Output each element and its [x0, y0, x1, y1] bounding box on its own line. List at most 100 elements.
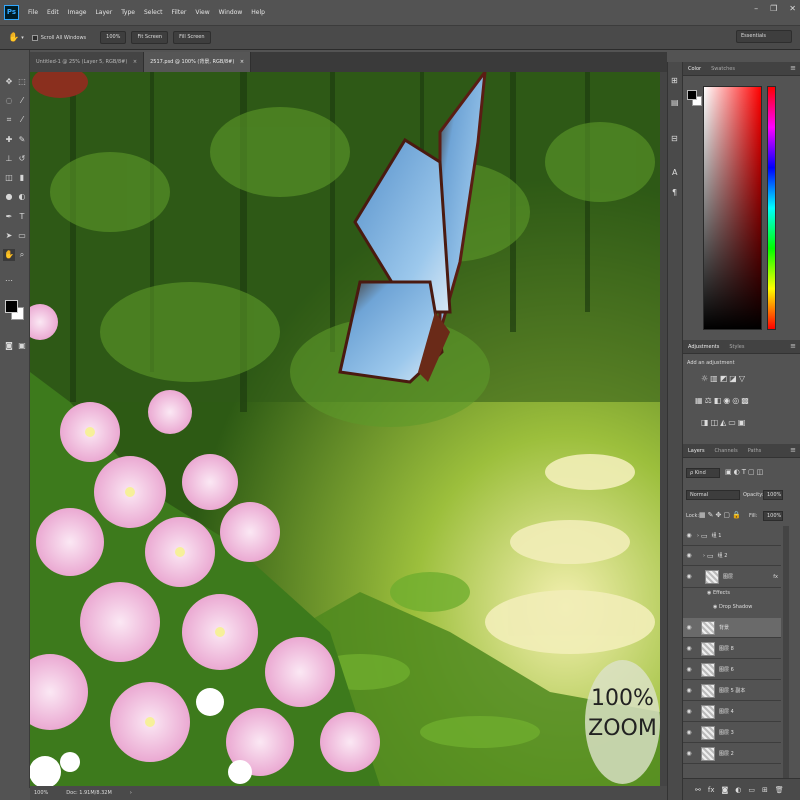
layer-row[interactable]: ◉ 图层 fx	[683, 566, 781, 588]
add-style-icon[interactable]: fx	[708, 786, 715, 794]
brush-tool-icon[interactable]: ✎	[16, 134, 28, 146]
layer-row[interactable]: ◉ › ▭ 组 2	[683, 546, 781, 566]
menu-select[interactable]: Select	[144, 9, 163, 16]
menu-help[interactable]: Help	[251, 9, 265, 16]
hand-tool-icon[interactable]: ✋	[3, 249, 15, 261]
layer-row[interactable]: ◉ 图层 6	[683, 660, 781, 680]
layers-scrollbar[interactable]	[783, 526, 789, 788]
selective-color-icon[interactable]: ▣	[738, 418, 748, 427]
tab-paths[interactable]: Paths	[743, 448, 767, 454]
visibility-eye-icon[interactable]: ◉	[683, 573, 695, 580]
lasso-tool-icon[interactable]: ◌	[3, 95, 15, 107]
character-panel-icon[interactable]: A	[672, 168, 677, 177]
lock-transparent-icon[interactable]: ▦	[699, 511, 708, 519]
layer-row[interactable]: ◉ 图层 2	[683, 744, 781, 764]
visibility-eye-icon[interactable]: ◉	[683, 750, 695, 757]
paragraph-panel-icon[interactable]: ¶	[672, 188, 677, 197]
menu-filter[interactable]: Filter	[172, 9, 187, 16]
delete-layer-icon[interactable]: 🗑	[775, 786, 784, 794]
menu-image[interactable]: Image	[68, 9, 87, 16]
hand-tool-icon[interactable]: ✋	[8, 33, 19, 43]
filter-smart-icon[interactable]: ◫	[757, 468, 766, 476]
canvas-vertical-scrollbar[interactable]	[660, 72, 667, 786]
link-layers-icon[interactable]: ⚯	[695, 786, 701, 794]
expand-arrow-icon[interactable]: ›	[703, 553, 705, 559]
marquee-tool-icon[interactable]: ⬚	[16, 76, 28, 88]
tool-preset-dropdown-icon[interactable]: ▾	[21, 35, 24, 41]
curves-icon[interactable]: ◩	[720, 374, 730, 383]
panel-menu-icon[interactable]: ≡	[790, 342, 796, 350]
foreground-color-swatch[interactable]	[5, 300, 18, 313]
screen-mode-icon[interactable]: ▣	[16, 340, 28, 352]
fg-color-chip[interactable]	[687, 90, 697, 100]
black-white-icon[interactable]: ◧	[714, 396, 724, 405]
eraser-tool-icon[interactable]: ◫	[3, 172, 15, 184]
document-canvas[interactable]: 100% ZOOM	[30, 72, 660, 786]
filter-pixel-icon[interactable]: ▣	[725, 468, 734, 476]
tab-color[interactable]: Color	[683, 66, 706, 72]
tab-close-icon[interactable]: ×	[133, 59, 137, 65]
new-layer-icon[interactable]: ⊞	[762, 786, 768, 794]
layer-row[interactable]: ◉ 图层 8	[683, 639, 781, 659]
eyedropper-tool-icon[interactable]: ⁄	[16, 114, 28, 126]
visibility-eye-icon[interactable]: ◉	[683, 666, 695, 673]
layer-row[interactable]: ◉ 图层 3	[683, 723, 781, 743]
fill-input[interactable]: 100%	[763, 511, 783, 521]
new-adjustment-icon[interactable]: ◐	[735, 786, 741, 794]
quick-select-tool-icon[interactable]: ⁄	[16, 95, 28, 107]
drop-shadow-row[interactable]: ◉ Drop Shadow	[713, 604, 752, 610]
restore-icon[interactable]: ❐	[770, 4, 777, 13]
visibility-eye-icon[interactable]: ◉	[683, 729, 695, 736]
vibrance-icon[interactable]: ▽	[739, 374, 747, 383]
channel-mixer-icon[interactable]: ◎	[732, 396, 741, 405]
hue-slider[interactable]	[767, 86, 776, 330]
visibility-eye-icon[interactable]: ◉	[683, 532, 695, 539]
gradient-map-icon[interactable]: ▭	[728, 418, 738, 427]
tab-swatches[interactable]: Swatches	[706, 66, 740, 72]
hue-saturation-icon[interactable]: ▦	[695, 396, 705, 405]
visibility-eye-icon[interactable]: ◉	[683, 645, 695, 652]
exposure-icon[interactable]: ◪	[729, 374, 739, 383]
tab-styles[interactable]: Styles	[724, 344, 749, 350]
effect-eye-icon[interactable]: ◉	[713, 604, 717, 610]
history-panel-icon[interactable]: ⊞	[671, 76, 678, 85]
panel-menu-icon[interactable]: ≡	[790, 64, 796, 72]
tab-2517-psd[interactable]: 2517.psd @ 100% (背景, RGB/8#) ×	[144, 52, 252, 72]
menu-window[interactable]: Window	[219, 9, 243, 16]
fill-screen-button[interactable]: Fill Screen	[173, 31, 211, 44]
quick-mask-icon[interactable]: ◙	[3, 340, 15, 352]
menu-layer[interactable]: Layer	[95, 9, 112, 16]
crop-tool-icon[interactable]: ⌗	[3, 114, 15, 126]
filter-shape-icon[interactable]: ▢	[748, 468, 757, 476]
lock-pixels-icon[interactable]: ✎	[708, 511, 716, 519]
clone-source-panel-icon[interactable]: ⊟	[671, 134, 678, 143]
effect-eye-icon[interactable]: ◉	[707, 590, 711, 596]
menu-edit[interactable]: Edit	[47, 9, 59, 16]
visibility-eye-icon[interactable]: ◉	[683, 624, 695, 631]
filter-adjustment-icon[interactable]: ◐	[734, 468, 742, 476]
layer-row-selected[interactable]: ◉ 背景	[683, 618, 781, 638]
visibility-eye-icon[interactable]: ◉	[683, 708, 695, 715]
invert-icon[interactable]: ◨	[701, 418, 711, 427]
properties-panel-icon[interactable]: ▤	[671, 98, 679, 107]
gradient-tool-icon[interactable]: ▮	[16, 172, 28, 184]
tab-close-icon[interactable]: ×	[240, 59, 244, 65]
color-balance-icon[interactable]: ⚖	[705, 396, 714, 405]
fx-badge[interactable]: fx	[773, 574, 778, 580]
fit-screen-button[interactable]: Fit Screen	[131, 31, 169, 44]
lock-artboard-icon[interactable]: ▢	[723, 511, 732, 519]
color-field[interactable]	[703, 86, 762, 330]
status-zoom[interactable]: 100%	[34, 786, 48, 800]
tab-channels[interactable]: Channels	[710, 448, 743, 454]
menu-view[interactable]: View	[195, 9, 209, 16]
workspace-switcher[interactable]: Essentials	[736, 30, 792, 43]
history-brush-tool-icon[interactable]: ↺	[16, 153, 28, 165]
photo-filter-icon[interactable]: ◉	[723, 396, 732, 405]
posterize-icon[interactable]: ◫	[711, 418, 721, 427]
healing-brush-tool-icon[interactable]: ✚	[3, 134, 15, 146]
path-select-tool-icon[interactable]: ➤	[3, 230, 15, 242]
clone-stamp-tool-icon[interactable]: ⊥	[3, 153, 15, 165]
more-tools-icon[interactable]: …	[3, 273, 15, 285]
close-icon[interactable]: ✕	[789, 4, 796, 13]
color-lookup-icon[interactable]: ▩	[741, 396, 751, 405]
